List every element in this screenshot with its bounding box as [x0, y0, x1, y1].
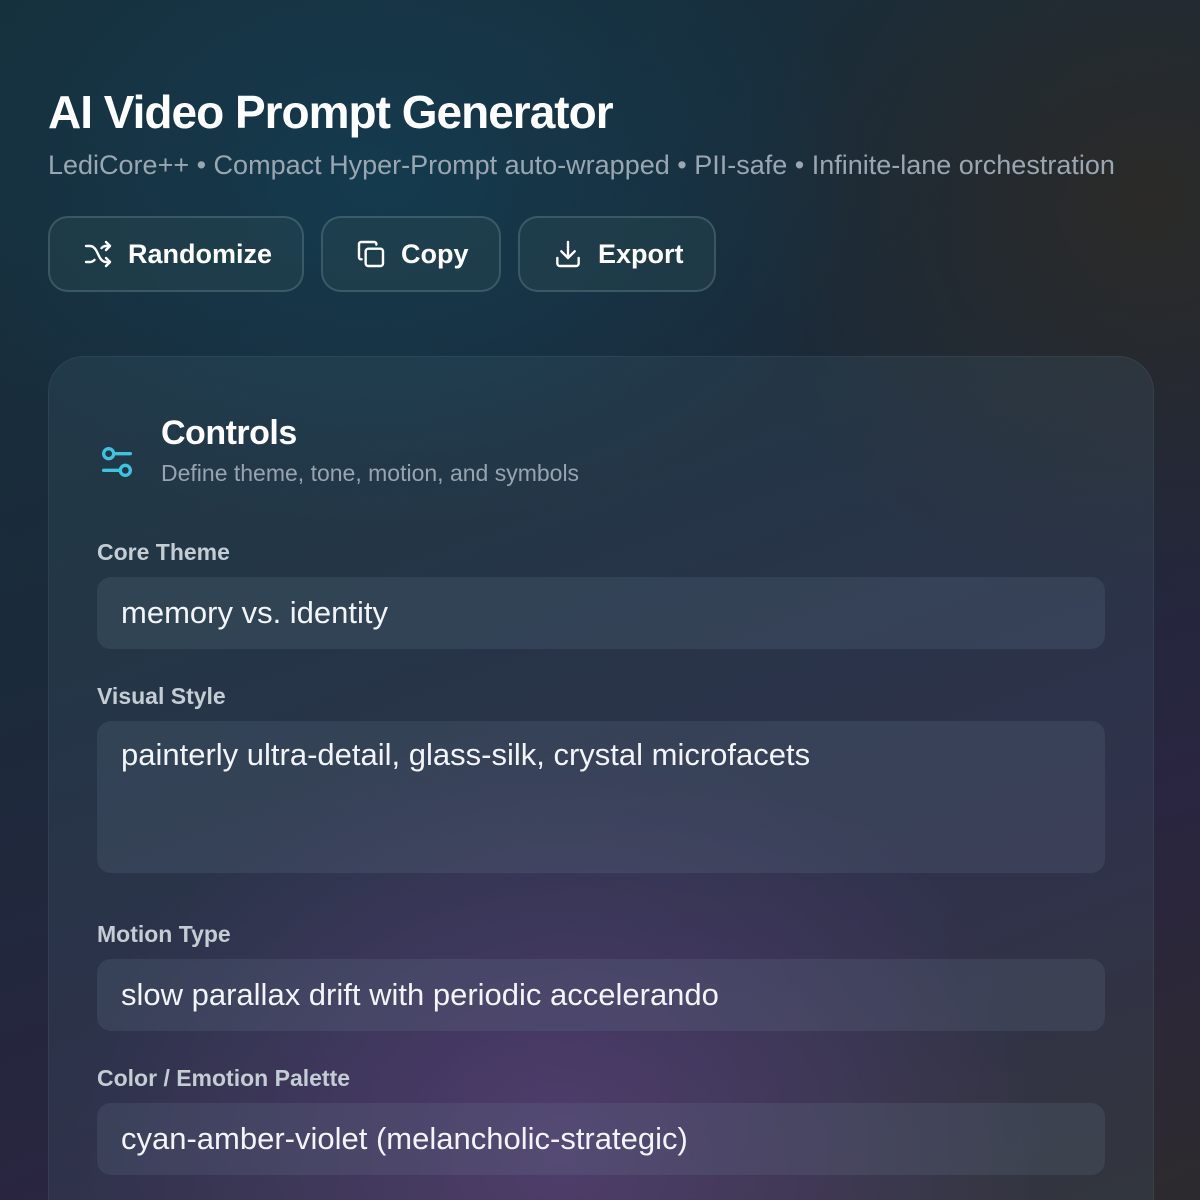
- visual-style-label: Visual Style: [97, 683, 226, 709]
- randomize-button[interactable]: Randomize: [48, 216, 304, 292]
- copy-button[interactable]: Copy: [321, 216, 501, 292]
- export-button[interactable]: Export: [518, 216, 716, 292]
- controls-title: Controls: [161, 414, 297, 452]
- download-icon: [552, 238, 584, 270]
- visual-style-textarea[interactable]: painterly ultra-detail, glass-silk, crys…: [97, 721, 1105, 873]
- shuffle-icon: [82, 238, 114, 270]
- motion-type-input[interactable]: slow parallax drift with periodic accele…: [97, 959, 1105, 1031]
- color-emotion-palette-input[interactable]: cyan-amber-violet (melancholic-strategic…: [97, 1103, 1105, 1175]
- page-header: AI Video Prompt Generator LediCore++ • C…: [48, 84, 1160, 182]
- color-emotion-palette-label: Color / Emotion Palette: [97, 1065, 351, 1091]
- sliders-icon: [97, 442, 137, 482]
- core-theme-label: Core Theme: [97, 539, 230, 565]
- color-emotion-palette-value: cyan-amber-violet (melancholic-strategic…: [121, 1121, 688, 1156]
- controls-description: Define theme, tone, motion, and symbols: [161, 460, 580, 486]
- motion-type-label: Motion Type: [97, 921, 231, 947]
- copy-label: Copy: [401, 238, 469, 269]
- controls-header: Controls Define theme, tone, motion, and…: [97, 413, 579, 489]
- page-title: AI Video Prompt Generator: [48, 86, 614, 138]
- export-label: Export: [598, 238, 684, 269]
- copy-icon: [355, 238, 387, 270]
- core-theme-input[interactable]: memory vs. identity: [97, 577, 1105, 649]
- motion-type-value: slow parallax drift with periodic accele…: [121, 977, 719, 1012]
- controls-card: Controls Define theme, tone, motion, and…: [48, 356, 1154, 1200]
- randomize-label: Randomize: [128, 238, 273, 269]
- core-theme-value: memory vs. identity: [121, 595, 389, 630]
- page-subtitle: LediCore++ • Compact Hyper-Prompt auto-w…: [48, 150, 1115, 180]
- toolbar: Randomize Copy Export: [48, 216, 716, 292]
- visual-style-value: painterly ultra-detail, glass-silk, crys…: [121, 737, 811, 772]
